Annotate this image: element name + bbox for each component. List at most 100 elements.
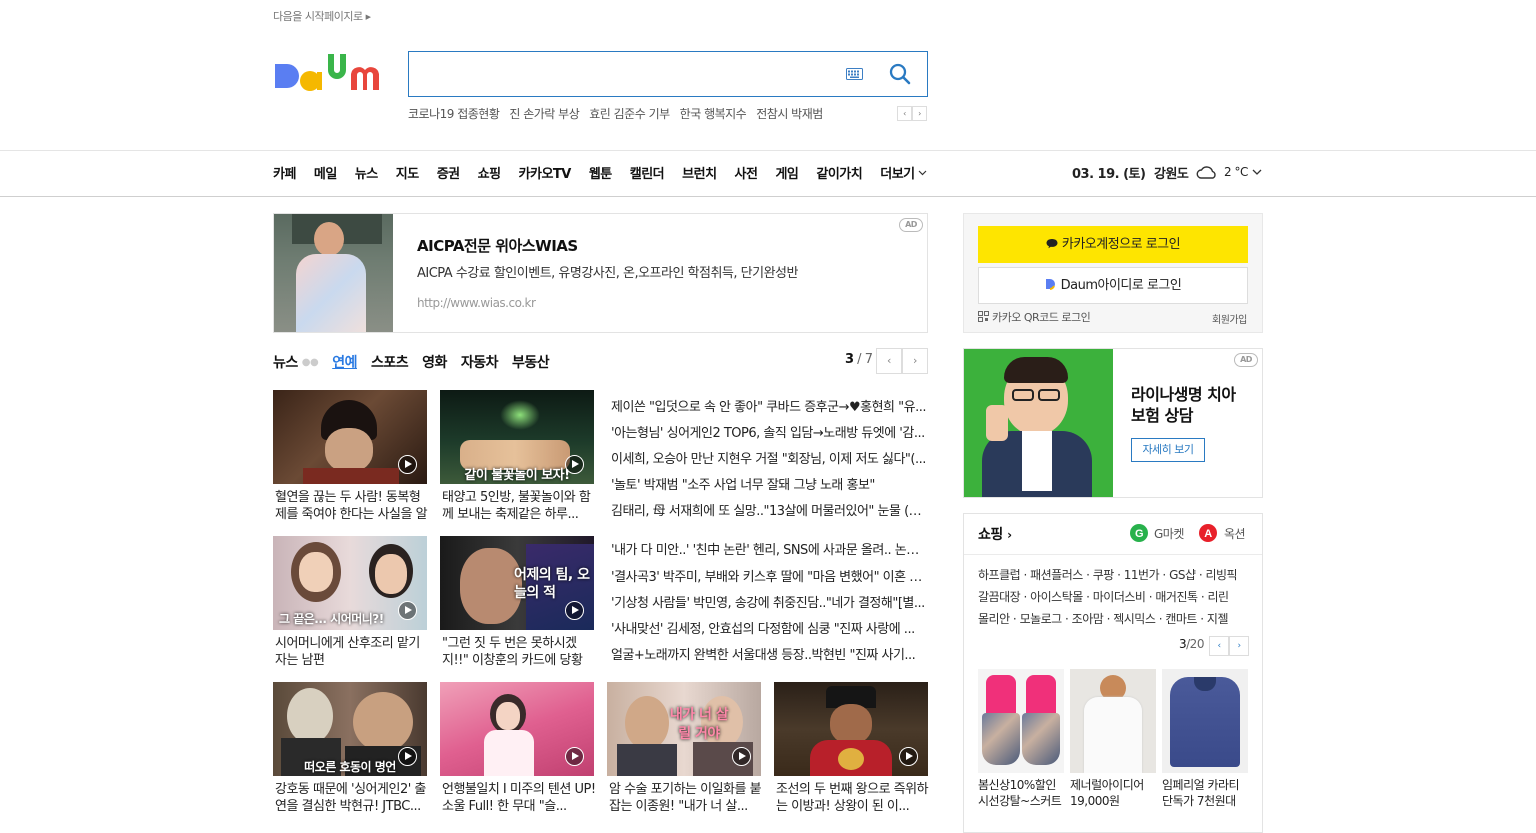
nav-map[interactable]: 지도 — [396, 163, 419, 182]
nav-cafe[interactable]: 카페 — [273, 163, 296, 182]
qr-login-link[interactable]: 카카오 QR코드 로그인 — [978, 309, 1091, 325]
news-headline[interactable]: 얼굴+노래까지 완벽한 서울대생 등장..박현빈 "진짜 사기... — [611, 644, 927, 662]
news-thumb[interactable]: 어제의 팀, 오늘의 적 — [440, 536, 594, 630]
tab-movie[interactable]: 영화 — [422, 352, 447, 372]
news-caption[interactable]: "그런 짓 두 번은 못하시겠지!!" 이창훈의 카드에 당황한... — [442, 635, 596, 669]
trending-keyword[interactable]: 진 손가락 부상 — [509, 105, 579, 123]
nav-shopping[interactable]: 쇼핑 — [478, 163, 501, 182]
shopping-prev-button[interactable]: ‹ — [1209, 636, 1229, 656]
news-headline[interactable]: '기상청 사람들' 박민영, 송강에 취중진담.."네가 결정해"[별... — [611, 592, 927, 610]
news-headline[interactable]: 제이쓴 "입덧으로 속 안 좋아" 쿠바드 증후군→♥홍현희 "유... — [611, 396, 927, 414]
news-thumb[interactable] — [440, 682, 594, 776]
news-thumb[interactable]: 같이 불꽃놀이 보자! — [440, 390, 594, 484]
trending-keyword[interactable]: 전참시 박재범 — [756, 105, 823, 123]
temperature: 2 °C — [1224, 165, 1248, 179]
ad-title[interactable]: 라이나생명 치아보험 상담 — [1131, 384, 1241, 426]
product-image[interactable] — [978, 669, 1064, 773]
nav-game[interactable]: 게임 — [775, 163, 798, 182]
chevron-down-icon[interactable] — [1252, 168, 1262, 176]
nav-stock[interactable]: 증권 — [437, 163, 460, 182]
play-icon — [565, 601, 584, 620]
product-image[interactable] — [1070, 669, 1156, 773]
shopping-next-button[interactable]: › — [1229, 636, 1249, 656]
triangle-right-icon: ▶ — [365, 13, 371, 21]
news-caption[interactable]: 조선의 두 번째 왕으로 즉위하는 이방과! 상왕이 된 이... — [776, 781, 930, 815]
ad-detail-button[interactable]: 자세히 보기 — [1131, 438, 1205, 462]
trending-keyword[interactable]: 효린 김준수 기부 — [589, 105, 670, 123]
weather-region[interactable]: 강원도 — [1154, 163, 1189, 182]
nav-together[interactable]: 같이가치 — [816, 163, 862, 182]
nav-mail[interactable]: 메일 — [314, 163, 337, 182]
news-headline[interactable]: 이세희, 오승아 만난 지현우 거절 "회장님, 이제 저도 싫다"(... — [611, 448, 927, 466]
nav-dictionary[interactable]: 사전 — [735, 163, 758, 182]
tab-sports[interactable]: 스포츠 — [371, 352, 409, 372]
product-image[interactable] — [1162, 669, 1248, 773]
auction-label[interactable]: 옥션 — [1224, 525, 1246, 542]
shopping-title-link[interactable]: 쇼핑 › — [978, 524, 1012, 544]
nav-more[interactable]: 더보기 — [880, 163, 927, 182]
news-caption[interactable]: 혈연을 끊는 두 사람! 동복형제를 죽여야 한다는 사실을 알게 된... — [275, 489, 429, 523]
keyboard-icon[interactable] — [846, 68, 863, 80]
trending-keyword[interactable]: 코로나19 접종현황 — [408, 105, 500, 123]
news-headline[interactable]: '내가 다 미안..' '친中 논란' 헨리, SNS에 사과문 올려.. 논란… — [611, 539, 927, 557]
news-headline[interactable]: '아는형님' 싱어게인2 TOP6, 솔직 입담→노래방 듀엣에 '감... — [611, 422, 927, 440]
gmarket-label[interactable]: G마켓 — [1154, 525, 1184, 542]
daum-logo[interactable] — [273, 50, 389, 98]
nav-kakaotv[interactable]: 카카오TV — [519, 163, 572, 182]
news-caption[interactable]: 태양고 5인방, 불꽃놀이와 함께 보내는 축제같은 하루... — [442, 489, 596, 523]
daum-login-button[interactable]: Daum아이디로 로그인 — [978, 267, 1248, 304]
play-icon — [565, 455, 584, 474]
trending-keyword[interactable]: 한국 행복지수 — [680, 105, 747, 123]
ad-description[interactable]: AICPA 수강료 할인이벤트, 유명강사진, 온,오프라인 학점취득, 단기완… — [417, 262, 798, 281]
product-caption[interactable]: 제너럴아이디어 19,000원 — [1070, 777, 1160, 809]
ad-image-man-phone[interactable] — [964, 349, 1113, 497]
nav-calendar[interactable]: 캘린더 — [630, 163, 665, 182]
news-next-button[interactable]: › — [902, 348, 928, 374]
thumb-overlay-text: 어제의 팀, 오늘의 적 — [514, 567, 590, 601]
nav-webtoon[interactable]: 웹툰 — [589, 163, 612, 182]
trending-prev-button[interactable]: ‹ — [897, 106, 912, 121]
trending-next-button[interactable]: › — [912, 106, 927, 121]
nav-brunch[interactable]: 브런치 — [682, 163, 717, 182]
news-caption[interactable]: 강호동 때문에 '싱어게인2' 출연을 결심한 박현규! JTBC... — [275, 781, 429, 815]
tab-news[interactable]: 뉴스 — [273, 352, 298, 372]
product-caption[interactable]: 임페리얼 카라티 단독가 7천원대 — [1162, 777, 1252, 809]
news-headline[interactable]: '놀토' 박재범 "소주 사업 너무 잘돼 그냥 노래 홍보" — [611, 474, 927, 492]
news-headline[interactable]: '사내맞선' 김세정, 안효섭의 다정함에 심쿵 "진짜 사랑에 ... — [611, 618, 927, 636]
news-headline[interactable]: '결사곡3' 박주미, 부배와 키스후 딸에 "마음 변했어" 이혼 고백 — [611, 566, 927, 584]
play-icon — [398, 455, 417, 474]
ad-badge: AD — [899, 218, 923, 232]
news-thumb[interactable]: 그 끝은... 시어머니?! — [273, 536, 427, 630]
gmarket-icon[interactable]: G — [1130, 524, 1148, 542]
ad-title[interactable]: AICPA전문 위아스WIAS — [417, 235, 578, 256]
news-thumb[interactable]: 떠오른 호동이 명언 — [273, 682, 427, 776]
news-prev-button[interactable]: ‹ — [876, 348, 902, 374]
news-caption[interactable]: 암 수술 포기하는 이일화를 붙잡는 이종원! "내가 너 살... — [609, 781, 763, 815]
shopping-mall-links[interactable]: 몰리안 · 모놀로그 · 조아맘 · 젝시믹스 · 캔마트 · 지젤 — [978, 610, 1250, 627]
search-icon[interactable] — [889, 63, 911, 85]
tab-entertainment[interactable]: 연예 — [332, 352, 357, 372]
news-thumb[interactable] — [273, 390, 427, 484]
shopping-mall-links[interactable]: 갈끔대장 · 아이스탁몰 · 마이더스비 · 매거진톡 · 리린 — [978, 588, 1250, 605]
news-thumb[interactable] — [774, 682, 928, 776]
play-icon — [398, 747, 417, 766]
auction-icon[interactable]: A — [1199, 524, 1217, 542]
signup-link[interactable]: 회원가입 — [1212, 311, 1247, 326]
tab-car[interactable]: 자동차 — [461, 352, 499, 372]
product-caption[interactable]: 봄신상10%할인 시선강탈~스커트 — [978, 777, 1068, 809]
ad-image-lecturer[interactable] — [274, 214, 393, 332]
thumb-overlay-text: 내가 너 살릴 거야 — [669, 707, 729, 742]
gnb-top-divider — [0, 150, 1536, 151]
news-headline[interactable]: 김태리, 母 서재희에 또 실망.."13살에 머물러있어" 눈물 (스... — [611, 500, 927, 518]
tab-realestate[interactable]: 부동산 — [512, 352, 550, 372]
news-thumb[interactable]: 내가 너 살릴 거야 — [607, 682, 761, 776]
news-caption[interactable]: 언행불일치 I 미주의 텐션 UP! 소울 Full! 한 무대 "슬... — [442, 781, 596, 815]
kakao-login-button[interactable]: 카카오계정으로 로그인 — [978, 226, 1248, 263]
qr-code-icon — [978, 311, 989, 322]
set-start-page-link[interactable]: 다음을 시작페이지로 ▶ — [273, 8, 371, 24]
nav-news[interactable]: 뉴스 — [355, 163, 378, 182]
play-icon — [565, 747, 584, 766]
shopping-mall-links[interactable]: 하프클럽 · 패션플러스 · 쿠팡 · 11번가 · GS샵 · 리빙픽 — [978, 566, 1250, 583]
ad-url[interactable]: http://www.wias.co.kr — [417, 296, 536, 310]
news-caption[interactable]: 시어머니에게 산후조리 맡기자는 남편 — [275, 635, 429, 669]
